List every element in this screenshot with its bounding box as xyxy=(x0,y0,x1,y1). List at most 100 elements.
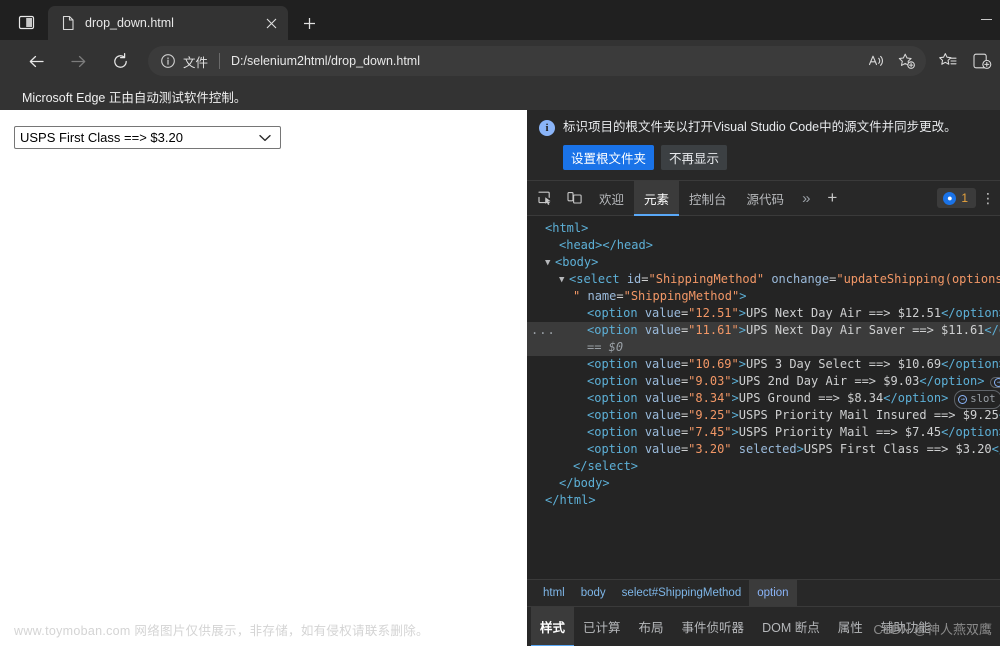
code-token-text: UPS Next Day Air ==> $12.51 xyxy=(745,306,942,320)
chevron-down-icon[interactable] xyxy=(258,134,272,142)
slot-badge[interactable]: → xyxy=(990,377,1000,388)
read-aloud-icon[interactable] xyxy=(862,48,890,74)
dom-tree-row[interactable]: <html> xyxy=(527,220,1000,237)
dom-tree-row[interactable]: <option value="3.20" selected>USPS First… xyxy=(527,441,1000,458)
arrow-left-icon[interactable] xyxy=(20,45,52,77)
address-scheme-label: 文件 xyxy=(183,55,209,70)
devtools-tabbar-right: ● 1 ⋮ xyxy=(937,188,1000,208)
dom-tree-row[interactable]: <option value="7.45">USPS Priority Mail … xyxy=(527,424,1000,441)
code-token-attr: value xyxy=(644,374,681,388)
code-token-val: "12.51" xyxy=(688,306,739,320)
dom-tree-row[interactable]: ▼ <select id="ShippingMethod" onchange="u… xyxy=(527,271,1000,288)
collections-icon[interactable] xyxy=(966,45,998,77)
dom-selection-marker[interactable]: == $0 xyxy=(527,339,1000,356)
tab-console[interactable]: 控制台 xyxy=(679,181,737,216)
close-icon[interactable] xyxy=(260,12,282,34)
breadcrumb-item-1[interactable]: body xyxy=(573,580,614,607)
dom-tree-row[interactable]: <option value="9.25">USPS Priority Mail … xyxy=(527,407,1000,424)
code-token-val: "ShippingMethod" xyxy=(648,272,765,286)
address-url-text[interactable]: D:/selenium2html/drop_down.html xyxy=(231,54,862,68)
code-token-attr: value xyxy=(644,408,681,422)
code-token-val: "7.45" xyxy=(688,425,732,439)
code-token-plain: = xyxy=(641,272,649,286)
star-plus-icon[interactable] xyxy=(892,48,920,74)
code-token-tag: > xyxy=(738,323,746,337)
new-tab-button[interactable] xyxy=(294,8,324,38)
dom-tree-row[interactable]: </select> xyxy=(527,458,1000,475)
code-token-tag: <option xyxy=(587,425,638,439)
inspect-element-icon[interactable] xyxy=(531,185,559,211)
selection-text: == $0 xyxy=(587,340,624,354)
dom-tree-row[interactable]: " name="ShippingMethod"> xyxy=(527,288,1000,305)
tab-elements[interactable]: 元素 xyxy=(634,180,680,216)
device-toolbar-icon[interactable] xyxy=(560,185,588,211)
dont-show-again-button[interactable]: 不再显示 xyxy=(661,145,728,170)
dom-tree-row[interactable]: ▼ <body> xyxy=(527,254,1000,271)
dom-tree-row[interactable]: <option value="8.34">UPS Ground ==> $8.3… xyxy=(527,390,1000,409)
dom-tree-row[interactable]: ... <option value="11.61">UPS Next Day Ai… xyxy=(527,322,1000,339)
add-panel-button[interactable]: + xyxy=(818,188,846,208)
expand-twisty-icon[interactable]: ▼ xyxy=(545,255,555,272)
reload-icon[interactable] xyxy=(104,45,136,77)
sidebar-tab-4[interactable]: DOM 断点 xyxy=(753,607,829,646)
code-token-text: UPS 2nd Day Air ==> $9.03 xyxy=(738,374,920,388)
tabs-overflow-icon[interactable]: » xyxy=(794,190,818,207)
breadcrumb-item-3[interactable]: option xyxy=(749,579,797,607)
document-icon xyxy=(60,15,76,31)
expand-twisty-icon[interactable]: ▼ xyxy=(559,272,569,289)
sidebar-tab-2[interactable]: 布局 xyxy=(630,607,673,646)
message-badge[interactable]: ● 1 xyxy=(937,188,976,208)
code-token-tag: </body> xyxy=(559,476,610,490)
code-token-tag: <head></head> xyxy=(559,238,653,252)
devtools-sidebar-tabs: 样式 已计算 布局 事件侦听器 DOM 断点 属性 辅助功能 xyxy=(527,606,1000,646)
tab-title: drop_down.html xyxy=(85,16,174,30)
info-circle-icon[interactable] xyxy=(160,53,176,69)
dom-tree-row[interactable]: </body> xyxy=(527,475,1000,492)
dom-tree-row[interactable]: <option value="9.03">UPS 2nd Day Air ==>… xyxy=(527,373,1000,390)
code-token-tag: </ xyxy=(991,442,1000,456)
infobar-buttons: 设置根文件夹 不再显示 xyxy=(563,145,992,170)
code-token-text: UPS Next Day Air Saver ==> $11.61 xyxy=(745,323,985,337)
dom-tree-row[interactable]: </html> xyxy=(527,492,1000,509)
code-token-plain: = xyxy=(616,289,624,303)
code-token-tag: > xyxy=(731,374,739,388)
code-token-attr: value xyxy=(644,357,681,371)
code-token-attr: id xyxy=(626,272,642,286)
tab-welcome[interactable]: 欢迎 xyxy=(589,181,634,216)
window-controls xyxy=(940,0,1000,32)
shipping-method-select[interactable]: USPS First Class ==> $3.20 xyxy=(14,126,281,149)
code-token-tag: > xyxy=(738,357,746,371)
dom-tree-row[interactable]: <option value="12.51">UPS Next Day Air =… xyxy=(527,305,1000,322)
dom-tree[interactable]: <html> <head></head> ▼ <body> ▼ <select id="S… xyxy=(527,216,1000,561)
dom-tree-row[interactable]: <head></head> xyxy=(527,237,1000,254)
sidebar-tab-0[interactable]: 样式 xyxy=(531,607,575,646)
star-list-icon[interactable] xyxy=(932,45,964,77)
code-token-tag: <option xyxy=(587,357,638,371)
tab-sources[interactable]: 源代码 xyxy=(737,181,795,216)
code-token-val: "11.61" xyxy=(688,323,739,337)
devtools-infobar: i 标识项目的根文件夹以打开Visual Studio Code中的源文件并同步… xyxy=(527,110,1000,181)
split-screen-icon[interactable] xyxy=(6,6,46,38)
sidebar-tab-3[interactable]: 事件侦听器 xyxy=(673,607,754,646)
minimize-icon[interactable] xyxy=(981,18,992,20)
breadcrumb-item-0[interactable]: html xyxy=(535,580,573,607)
info-icon: i xyxy=(539,120,555,136)
address-bar[interactable]: 文件 D:/selenium2html/drop_down.html xyxy=(148,46,926,76)
code-token-tag: </option> xyxy=(941,357,1000,371)
sidebar-tab-1[interactable]: 已计算 xyxy=(574,607,630,646)
arrow-right-icon[interactable] xyxy=(62,45,94,77)
code-token-tag: > xyxy=(731,425,739,439)
browser-tab[interactable]: drop_down.html xyxy=(48,6,288,40)
devtools-menu-icon[interactable]: ⋮ xyxy=(978,191,998,205)
breadcrumb-item-2[interactable]: select#ShippingMethod xyxy=(614,580,750,607)
slot-badge-label: slot xyxy=(970,393,996,405)
set-root-folder-button[interactable]: 设置根文件夹 xyxy=(563,145,655,170)
sidebar-tab-6[interactable]: 辅助功能 xyxy=(872,607,940,646)
code-token-tag: <option xyxy=(587,323,638,337)
sidebar-tab-5[interactable]: 属性 xyxy=(829,607,872,646)
dom-tree-row[interactable]: <option value="10.69">UPS 3 Day Select =… xyxy=(527,356,1000,373)
